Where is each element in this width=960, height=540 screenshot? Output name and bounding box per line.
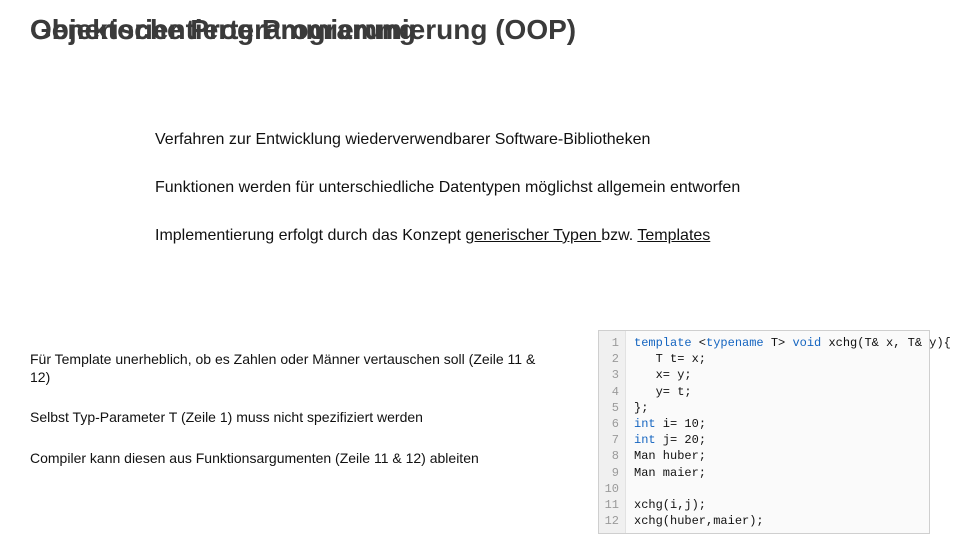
- code-line: xchg(huber,maier);: [634, 513, 951, 529]
- line-number: 11: [603, 497, 619, 513]
- bullet-2: Funktionen werden für unterschiedliche D…: [155, 178, 915, 198]
- code-snippet: 123456789101112 template <typename T> vo…: [598, 330, 930, 534]
- line-number: 8: [603, 448, 619, 464]
- line-number: 5: [603, 400, 619, 416]
- code-line: T t= x;: [634, 351, 951, 367]
- code-line: x= y;: [634, 367, 951, 383]
- line-number: 9: [603, 465, 619, 481]
- line-number: 2: [603, 351, 619, 367]
- bullet-1: Verfahren zur Entwicklung wiederverwendb…: [155, 130, 915, 150]
- line-number: 1: [603, 335, 619, 351]
- bullet-3-pre: Implementierung erfolgt durch das Konzep…: [155, 227, 465, 244]
- code-line: };: [634, 400, 951, 416]
- code-line: Man maier;: [634, 465, 951, 481]
- line-number: 3: [603, 367, 619, 383]
- line-number: 10: [603, 481, 619, 497]
- code-line: [634, 481, 951, 497]
- code-line: y= t;: [634, 384, 951, 400]
- note-1: Für Template unerheblich, ob es Zahlen o…: [30, 350, 550, 386]
- code-gutter: 123456789101112: [599, 331, 626, 533]
- code-line: int j= 20;: [634, 432, 951, 448]
- lower-notes: Für Template unerheblich, ob es Zahlen o…: [30, 350, 550, 489]
- line-number: 12: [603, 513, 619, 529]
- bullet-3-mid: bzw.: [601, 227, 637, 244]
- line-number: 7: [603, 432, 619, 448]
- code-line: xchg(i,j);: [634, 497, 951, 513]
- line-number: 4: [603, 384, 619, 400]
- bullet-3: Implementierung erfolgt durch das Konzep…: [155, 226, 915, 246]
- bullet-3-underline-2: Templates: [637, 227, 710, 244]
- note-2: Selbst Typ-Parameter T (Zeile 1) muss ni…: [30, 408, 550, 426]
- bullet-list: Verfahren zur Entwicklung wiederverwendb…: [155, 130, 915, 274]
- note-3: Compiler kann diesen aus Funktionsargume…: [30, 449, 550, 467]
- line-number: 6: [603, 416, 619, 432]
- code-line: template <typename T> void xchg(T& x, T&…: [634, 335, 951, 351]
- code-line: Man huber;: [634, 448, 951, 464]
- slide: Objektorientierte Programmierung (OOP) G…: [0, 0, 960, 540]
- title-secondary: Generische Programmierung: [30, 14, 416, 46]
- code-body: template <typename T> void xchg(T& x, T&…: [626, 331, 959, 533]
- bullet-3-underline-1: generischer Typen: [465, 227, 601, 244]
- code-line: int i= 10;: [634, 416, 951, 432]
